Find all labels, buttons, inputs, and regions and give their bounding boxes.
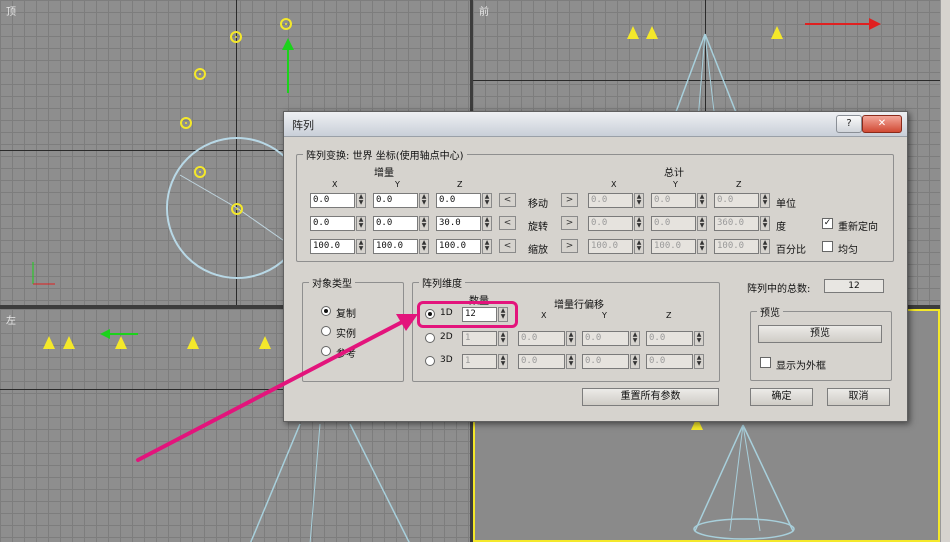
annotation-arrow: [136, 314, 418, 462]
